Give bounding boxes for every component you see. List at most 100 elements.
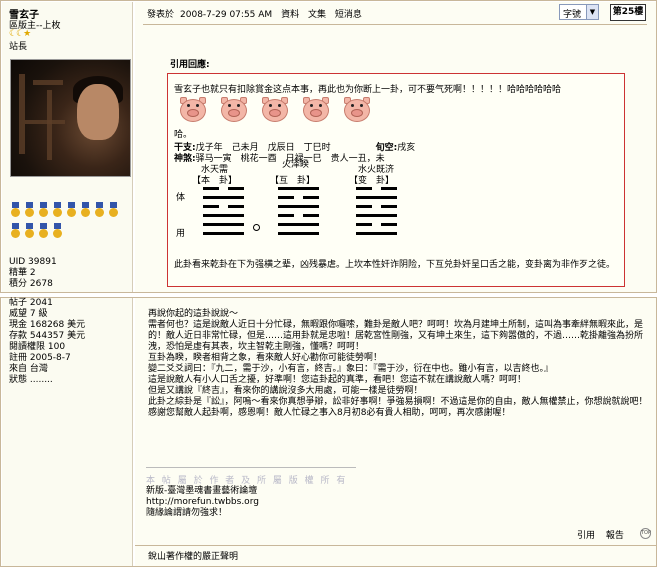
- body-paragraph: 此卦之綜卦是『訟』，阿嗚～看來你真想爭辯，訟非好事啊！爭強易損啊！不過這是你的自…: [148, 397, 648, 407]
- ti-label: 体: [176, 193, 186, 203]
- pig-emoticon-icon: [178, 97, 208, 124]
- body-paragraph: 互卦為睽，睽者相背之象，看來敵人好心勸你可能徒勞啊！: [148, 353, 383, 363]
- pig-emoticon-icon: [260, 97, 290, 124]
- yang-line: [278, 187, 319, 190]
- floor-number[interactable]: 第25樓: [610, 4, 646, 21]
- body-paragraph: 變二爻爻詞曰：『九二，需于沙，小有言，終吉。』象曰：『需于沙，衍在中也。雖小有言…: [148, 364, 554, 374]
- hexagram-heading: 【本 卦】: [192, 176, 238, 186]
- chevron-down-icon[interactable]: ▼: [586, 5, 598, 19]
- body-paragraph: 需者何也？這是說敵人近日十分忙碌，無暇跟你囉嗦，難卦是敵人吧？呵呵！坎為月建坤土…: [148, 320, 644, 352]
- moving-line-circle-icon: [253, 224, 260, 231]
- yang-line: [356, 214, 397, 217]
- report-button[interactable]: 報告: [606, 531, 624, 541]
- stat-uid: UID 39891: [9, 257, 57, 267]
- hexagram-heading: 【变 卦】: [349, 176, 395, 186]
- stat-cash: 現金 168268 美元: [9, 320, 86, 330]
- divider: [143, 24, 647, 25]
- medal-icon: [93, 202, 106, 218]
- medal-icon: [79, 202, 92, 218]
- medal-row: [9, 202, 131, 244]
- medal-icon: [23, 202, 36, 218]
- author-stats: 帖子 2041 威望 7 級 現金 168268 美元 存款 544357 美元…: [9, 298, 85, 386]
- post-body: 再說你起的這卦說說～ 需者何也？這是說敵人近日十分忙碌，無暇跟你囉嗦，難卦是敵人…: [148, 309, 653, 419]
- profile-link[interactable]: 資料: [281, 10, 299, 20]
- back-to-top-icon[interactable]: TOP: [640, 528, 651, 539]
- stat-status: 狀態 ........: [9, 375, 53, 385]
- yang-line: [203, 214, 244, 217]
- body-paragraph: 這是說敵人有小人口舌之擾，好準啊！您這卦起的真準，看吧！您這不就在講說敵人嗎？呵…: [148, 375, 527, 385]
- hexagram-name: 火泽睽: [282, 160, 310, 170]
- hexagram-bian: [356, 187, 397, 241]
- yang-line: [203, 196, 244, 199]
- yin-line-segment: [356, 187, 372, 190]
- yin-line-segment: [303, 214, 319, 217]
- signature-divider: [146, 467, 356, 468]
- medal-icon: [9, 223, 22, 239]
- hexagram-heading: 【互 卦】: [270, 176, 316, 186]
- medal-icon: [37, 202, 50, 218]
- post-actions: 引用 報告: [577, 528, 632, 541]
- body-paragraph: 再說你起的這卦說說～: [148, 309, 239, 319]
- signature: 新版-臺灣墨魂書畫藝術論壇 http://morefun.twbbs.org 隨…: [146, 486, 259, 519]
- medal-icon: [51, 202, 64, 218]
- avatar[interactable]: [10, 59, 131, 177]
- message-link[interactable]: 短消息: [335, 10, 362, 20]
- stat-posts: 帖子 2041: [9, 298, 53, 308]
- pig-emoticon-icon: [342, 97, 372, 124]
- yin-line-segment: [203, 205, 219, 208]
- font-size-select[interactable]: 字號 ▼: [559, 4, 599, 20]
- quote-conclusion: 此卦看来乾卦在下为强横之辈，凶残暴虐。上坎本性奸诈阴险，下互兑卦奸呈口舌之能，变…: [174, 260, 616, 270]
- yang-line: [356, 196, 397, 199]
- yin-line-segment: [356, 223, 372, 226]
- footer-divider: [135, 545, 656, 546]
- post-time-label: 發表於: [147, 10, 175, 20]
- author-rank: 站長: [9, 42, 28, 52]
- hexagram-hu: [278, 187, 319, 241]
- medal-icon: [37, 223, 50, 239]
- author-sidebar: 雪玄子 區版主--上枚 ☾☾★ 站長 UID 39891 精華 2 積分 267…: [2, 2, 133, 292]
- copyright-notice: 本 帖 屬 於 作 者 及 所 屬 版 權 所 有: [146, 476, 348, 486]
- pig-emoticon-icon: [301, 97, 331, 124]
- stat-permission: 閱讀權限 100: [9, 342, 66, 352]
- post-content: 再說你起的這卦說說～ 需者何也？這是說敵人近日十分忙碌，無暇跟你囉嗦，難卦是敵人…: [135, 298, 656, 566]
- yin-line-segment: [228, 187, 244, 190]
- yin-line-segment: [303, 196, 319, 199]
- yin-line-segment: [228, 205, 244, 208]
- post-reply: 帖子 2041 威望 7 級 現金 168268 美元 存款 544357 美元…: [0, 297, 657, 567]
- quote-text-end: 哈。: [174, 130, 193, 140]
- copyright-statement-link[interactable]: 銳山著作權的嚴正聲明: [148, 549, 238, 562]
- quote-text: 雪玄子也就只有扣除賞金这点本事，再此也为你断上一卦，可不要气死啊！！！！！哈哈哈…: [174, 85, 562, 95]
- medal-icon: [65, 202, 78, 218]
- signature-link[interactable]: http://morefun.twbbs.org: [146, 497, 259, 508]
- yin-line-segment: [381, 205, 397, 208]
- yin-line-segment: [356, 205, 372, 208]
- yang-line: [278, 205, 319, 208]
- yang-line: [278, 232, 319, 235]
- author-sidebar: 帖子 2041 威望 7 級 現金 168268 美元 存款 544357 美元…: [2, 298, 133, 566]
- author-stats: UID 39891 精華 2 積分 2678: [9, 257, 57, 290]
- post-content: 發表於 2008-7-29 07:55 AM 資料 文集 短消息 字號 ▼ 第25…: [135, 2, 656, 292]
- stat-registered: 註冊 2005-8-7: [9, 353, 71, 363]
- rank-stars-icon: ☾☾★: [9, 29, 31, 39]
- yang-line: [203, 223, 244, 226]
- body-paragraph: 但是又講說『終吉』，看來你的講說沒多大用處，可能一樣是徒勞啊！: [148, 386, 423, 396]
- stat-prestige: 威望 7 級: [9, 309, 48, 319]
- yin-line-segment: [278, 196, 294, 199]
- quote-button[interactable]: 引用: [577, 531, 595, 541]
- yin-line-segment: [381, 187, 397, 190]
- medal-icon: [23, 223, 36, 239]
- yin-line-segment: [203, 187, 219, 190]
- collection-link[interactable]: 文集: [308, 10, 326, 20]
- medal-icon: [9, 202, 22, 218]
- yang-line: [356, 232, 397, 235]
- stat-points: 積分 2678: [9, 279, 53, 289]
- signature-line: 新版-臺灣墨魂書畫藝術論壇: [146, 486, 258, 496]
- quote-box: 雪玄子也就只有扣除賞金这点本事，再此也为你断上一卦，可不要气死啊！！！！！哈哈哈…: [167, 73, 625, 287]
- stat-digest: 精華 2: [9, 268, 36, 278]
- signature-line: 隨緣論謂請勿強求！: [146, 508, 228, 518]
- yin-line-segment: [381, 223, 397, 226]
- body-paragraph: 感謝您幫敵人起卦啊，感恩啊！敵人忙碌之事入8月初8必有貴人相助，呵呵，再次感謝喔…: [148, 408, 511, 418]
- stat-deposit: 存款 544357 美元: [9, 331, 86, 341]
- pig-emoticon-icon: [219, 97, 249, 124]
- yang-line: [203, 232, 244, 235]
